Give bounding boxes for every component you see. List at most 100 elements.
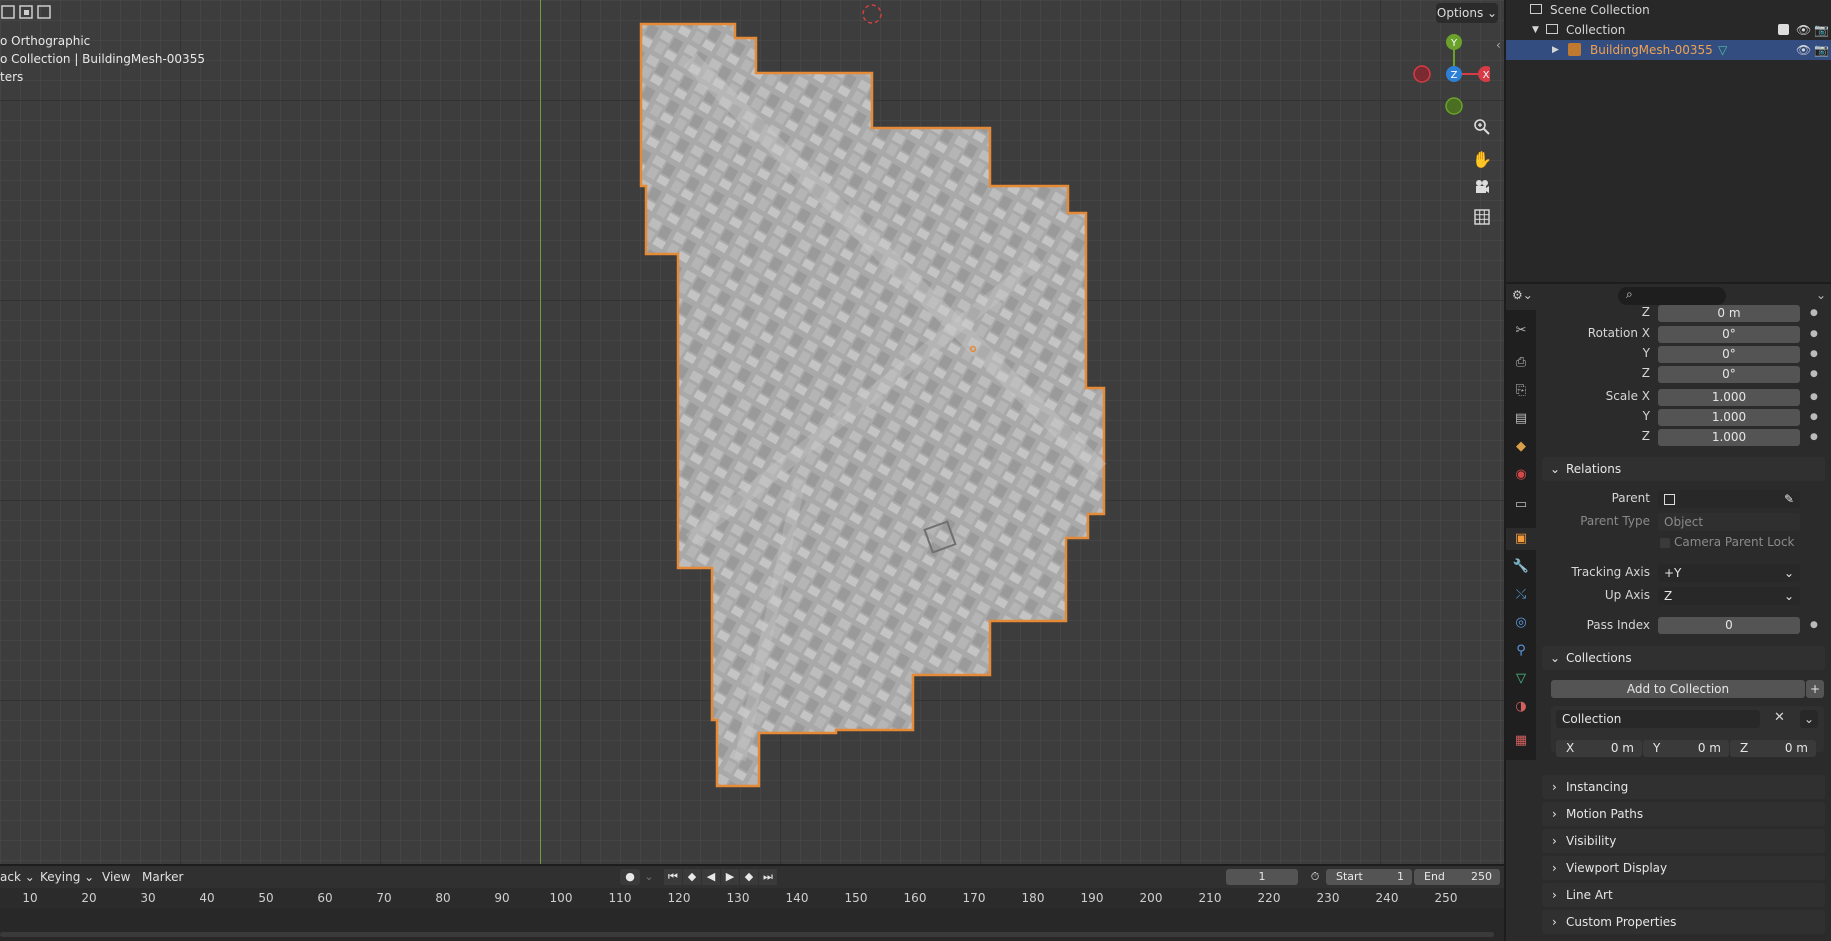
material-tab-icon[interactable]: ◑	[1506, 696, 1536, 718]
zoom-icon[interactable]	[1468, 116, 1496, 144]
physics-tab-icon[interactable]: ◎	[1506, 612, 1536, 634]
timeline-ruler[interactable]: 10 20 30 40 50 60 70 80 90 100 110 120 1…	[0, 888, 1504, 908]
keyframe-dot[interactable]: ●	[1810, 329, 1818, 339]
keying-menu[interactable]: Keying ⌄	[40, 866, 94, 888]
checkbox-icon[interactable]	[1778, 24, 1789, 35]
playback-menu[interactable]: ack ⌄	[0, 866, 35, 888]
editor-type-icon[interactable]: ⚙⌄	[1512, 288, 1540, 306]
keyframe-dot[interactable]: ●	[1810, 432, 1818, 442]
select-mode-icons[interactable]	[0, 2, 58, 22]
navigation-gizmo[interactable]: Y X Z	[1410, 32, 1490, 116]
world-tab-icon[interactable]: ◉	[1506, 464, 1536, 486]
grid-icon[interactable]	[1468, 206, 1496, 234]
keyframe-dot[interactable]: ●	[1810, 349, 1818, 359]
object-tab-icon[interactable]: ▣	[1506, 528, 1536, 550]
camera-parent-lock-checkbox[interactable]	[1660, 538, 1670, 548]
render-camera-icon[interactable]: 📷	[1814, 20, 1829, 40]
hand-icon[interactable]: ✋	[1468, 146, 1496, 174]
scene-tab-icon[interactable]: ◆	[1506, 436, 1536, 458]
rotation-x-field[interactable]: 0°	[1658, 326, 1800, 343]
rotation-z-field[interactable]: 0°	[1658, 366, 1800, 383]
jump-start-icon[interactable]: ⏮	[664, 869, 682, 885]
current-frame-field[interactable]: 1	[1226, 869, 1298, 885]
location-z-field[interactable]: 0 m	[1658, 305, 1800, 322]
parent-field[interactable]: ✎	[1658, 490, 1800, 508]
line-art-panel-header[interactable]: › Line Art	[1542, 883, 1825, 907]
timeline-area[interactable]	[0, 908, 1504, 941]
scale-x-field[interactable]: 1.000	[1658, 389, 1800, 406]
gizmo-y-negative[interactable]	[1445, 97, 1463, 115]
eye-icon[interactable]: 👁	[1796, 40, 1811, 60]
offset-y-field[interactable]: Y 0 m	[1643, 740, 1729, 757]
chevron-right-icon[interactable]: ▶	[1552, 40, 1559, 60]
keyframe-dot[interactable]: ●	[1810, 369, 1818, 379]
outliner-row-collection[interactable]: ▼ Collection 👁 📷	[1506, 20, 1831, 40]
keyframe-dot[interactable]: ●	[1810, 412, 1818, 422]
motion-paths-panel-header[interactable]: › Motion Paths	[1542, 802, 1825, 826]
chevron-down-icon[interactable]: ⌄	[1816, 288, 1826, 302]
camera-icon[interactable]	[1468, 176, 1496, 204]
visibility-panel-header[interactable]: › Visibility	[1542, 829, 1825, 853]
collection-tab-icon[interactable]: ▭	[1506, 494, 1536, 516]
end-frame-field[interactable]: End 250	[1414, 869, 1500, 885]
view-layer-tab-icon[interactable]: ▤	[1506, 408, 1536, 430]
relations-panel-header[interactable]: ⌄ Relations	[1542, 457, 1825, 481]
building-mesh[interactable]	[630, 20, 1110, 790]
chevron-down-icon[interactable]: ⌄	[1800, 710, 1818, 728]
keyframe-dot[interactable]: ●	[1810, 392, 1818, 402]
modifier-tab-icon[interactable]: 🔧	[1506, 556, 1536, 578]
tool-tab-icon[interactable]: ✂	[1506, 320, 1536, 342]
chevron-down-icon[interactable]: ⌄	[642, 869, 656, 885]
options-dropdown[interactable]: Options ⌄	[1436, 3, 1498, 23]
data-tab-icon[interactable]: ▽	[1506, 668, 1536, 690]
add-to-collection-button[interactable]: Add to Collection	[1551, 680, 1805, 698]
properties-tabs[interactable]: ✂ ⎙ ⎘ ▤ ◆ ◉ ▭ ▣ 🔧 ⤯ ◎ ⚲ ▽ ◑ ▦	[1506, 310, 1536, 760]
output-tab-icon[interactable]: ⎘	[1506, 380, 1536, 402]
keyframe-dot[interactable]: ●	[1810, 620, 1818, 630]
stopwatch-icon[interactable]: ⏱	[1306, 869, 1324, 885]
eye-icon[interactable]: 👁	[1796, 20, 1811, 40]
instancing-panel-header[interactable]: › Instancing	[1542, 775, 1825, 799]
outliner[interactable]: Scene Collection ▼ Collection 👁 📷 ▶ Buil…	[1506, 0, 1831, 282]
jump-end-icon[interactable]: ⏭	[759, 869, 777, 885]
start-frame-field[interactable]: Start 1	[1326, 869, 1412, 885]
keyframe-dot[interactable]: ●	[1810, 308, 1818, 318]
collection-name-field[interactable]: Collection	[1556, 710, 1760, 728]
parent-type-dropdown[interactable]: Object	[1658, 513, 1800, 531]
close-icon[interactable]: ✕	[1774, 710, 1785, 725]
outliner-row-scene-collection[interactable]: Scene Collection	[1506, 0, 1831, 20]
constraints-tab-icon[interactable]: ⚲	[1506, 640, 1536, 662]
add-icon[interactable]: +	[1806, 680, 1824, 698]
timeline-scrollbar[interactable]	[0, 932, 1494, 937]
play-reverse-icon[interactable]: ◀	[702, 869, 720, 885]
offset-z-field[interactable]: Z 0 m	[1730, 740, 1816, 757]
eyedropper-icon[interactable]: ✎	[1784, 490, 1794, 508]
pass-index-field[interactable]: 0	[1658, 617, 1800, 634]
up-axis-dropdown[interactable]: Z ⌄	[1658, 587, 1800, 605]
play-icon[interactable]: ▶	[721, 869, 739, 885]
gizmo-x-negative[interactable]	[1413, 65, 1431, 83]
render-camera-icon[interactable]: 📷	[1814, 40, 1829, 60]
texture-tab-icon[interactable]: ▦	[1506, 730, 1536, 752]
scale-y-field[interactable]: 1.000	[1658, 409, 1800, 426]
record-icon[interactable]: ●	[620, 869, 640, 885]
viewport-display-panel-header[interactable]: › Viewport Display	[1542, 856, 1825, 880]
view-menu[interactable]: View	[102, 866, 130, 888]
chevron-down-icon[interactable]: ▼	[1532, 20, 1539, 40]
offset-x-field[interactable]: X 0 m	[1556, 740, 1642, 757]
scale-z-field[interactable]: 1.000	[1658, 429, 1800, 446]
next-keyframe-icon[interactable]: ◆	[740, 869, 758, 885]
particles-tab-icon[interactable]: ⤯	[1506, 584, 1536, 606]
marker-menu[interactable]: Marker	[142, 866, 183, 888]
mesh-data-icon[interactable]: ▽	[1718, 40, 1727, 60]
rotation-y-field[interactable]: 0°	[1658, 346, 1800, 363]
3d-viewport[interactable]: o Orthographic o Collection | BuildingMe…	[0, 0, 1504, 864]
outliner-row-buildingmesh[interactable]: ▶ BuildingMesh-00355 ▽ 👁 📷	[1506, 40, 1831, 60]
render-tab-icon[interactable]: ⎙	[1506, 352, 1536, 374]
custom-properties-panel-header[interactable]: › Custom Properties	[1542, 910, 1825, 934]
properties-search-input[interactable]: ⌕	[1618, 287, 1726, 305]
prev-keyframe-icon[interactable]: ◆	[683, 869, 701, 885]
tracking-axis-dropdown[interactable]: +Y ⌄	[1658, 564, 1800, 582]
sidebar-toggle-icon[interactable]: ‹	[1496, 38, 1501, 52]
collections-panel-header[interactable]: ⌄ Collections	[1542, 646, 1825, 670]
